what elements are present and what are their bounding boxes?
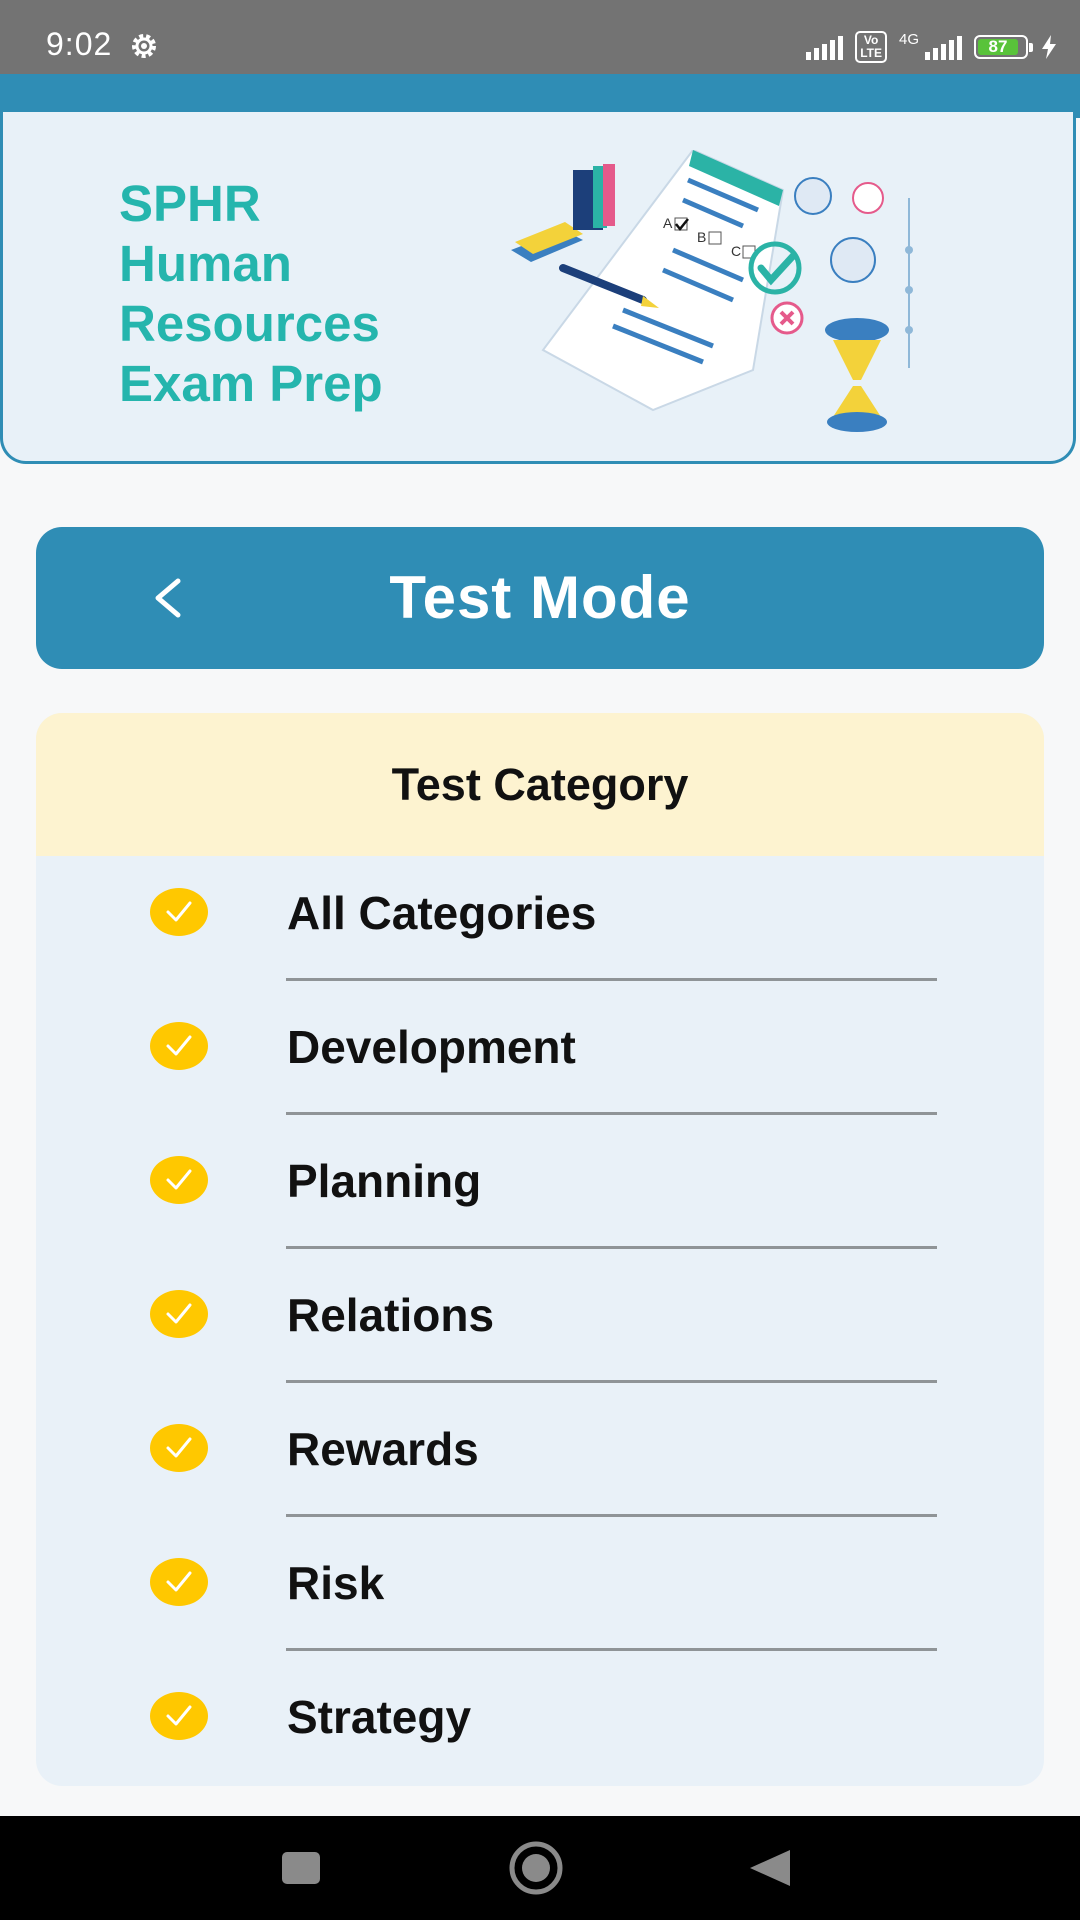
check-circle-icon[interactable] xyxy=(150,1424,208,1472)
clock-circle-icon xyxy=(852,182,884,214)
check-circle-icon[interactable] xyxy=(150,1692,208,1740)
divider xyxy=(286,1112,937,1115)
check-badge-icon xyxy=(748,241,802,295)
check-circle-icon[interactable] xyxy=(150,1022,208,1070)
check-circle-icon[interactable] xyxy=(150,888,208,936)
divider xyxy=(286,1648,937,1651)
volte-label: Vo LTE xyxy=(860,33,882,60)
back-triangle-icon[interactable] xyxy=(710,1816,830,1920)
hourglass-icon xyxy=(825,318,889,432)
system-nav-bar xyxy=(0,1816,1080,1920)
exam-illustration: A B C xyxy=(511,150,913,432)
books-icon xyxy=(511,164,615,262)
user-circle-icon xyxy=(830,237,876,283)
category-label: Risk xyxy=(287,1557,385,1609)
category-label: Development xyxy=(287,1021,576,1073)
test-category-card: Test Category All Categories Development… xyxy=(36,713,1044,1786)
exam-banner: SPHR Human Resources Exam Prep A B C xyxy=(0,112,1076,464)
category-item-planning[interactable]: Planning xyxy=(36,1124,1044,1258)
home-circle-icon[interactable] xyxy=(476,1816,596,1920)
signal-icon xyxy=(806,34,844,60)
category-item-development[interactable]: Development xyxy=(36,990,1044,1124)
answer-letter: C xyxy=(731,243,741,259)
answer-letter: A xyxy=(663,215,673,231)
check-circle-icon[interactable] xyxy=(150,1290,208,1338)
charging-bolt-icon xyxy=(1042,35,1056,59)
battery-level: 87 xyxy=(988,37,1008,56)
test-category-heading: Test Category xyxy=(36,713,1044,856)
settings-gear-icon xyxy=(132,34,156,58)
status-icons: Vo LTE 4G 87 xyxy=(806,30,1058,64)
banner-title-line: Human xyxy=(119,235,292,292)
banner-title-line: Resources xyxy=(119,295,380,352)
cross-badge-icon xyxy=(770,301,804,335)
category-list: All Categories Development Planning Rela… xyxy=(36,856,1044,1786)
status-time: 9:02 xyxy=(46,26,113,62)
category-item-risk[interactable]: Risk xyxy=(36,1526,1044,1660)
banner-title-line: Exam Prep xyxy=(119,355,383,412)
category-item-strategy[interactable]: Strategy xyxy=(36,1660,1044,1786)
test-mode-header: Test Mode xyxy=(36,527,1044,669)
category-item-relations[interactable]: Relations xyxy=(36,1258,1044,1392)
divider xyxy=(286,978,937,981)
category-item-all-categories[interactable]: All Categories xyxy=(36,856,1044,990)
divider xyxy=(286,1514,937,1517)
network-type-label: 4G xyxy=(898,30,919,48)
recents-square-icon[interactable] xyxy=(240,1816,360,1920)
battery-icon: 87 xyxy=(974,35,1033,59)
answer-letter: B xyxy=(697,229,706,245)
category-label: All Categories xyxy=(287,887,597,939)
status-bar: 9:02 Vo LTE 4G 87 xyxy=(0,0,1080,74)
banner-title: SPHR Human Resources Exam Prep xyxy=(119,174,479,414)
category-label: Strategy xyxy=(287,1691,472,1743)
divider xyxy=(286,1246,937,1249)
category-label: Relations xyxy=(287,1289,495,1341)
divider xyxy=(286,1380,937,1383)
check-circle-icon[interactable] xyxy=(150,1156,208,1204)
page-title: Test Mode xyxy=(389,564,691,631)
play-circle-icon xyxy=(794,177,832,215)
category-label: Rewards xyxy=(287,1423,479,1475)
category-label: Planning xyxy=(287,1155,482,1207)
signal-4g-icon xyxy=(925,34,962,60)
volte-icon: Vo LTE xyxy=(855,31,887,63)
check-circle-icon[interactable] xyxy=(150,1558,208,1606)
banner-title-line: SPHR xyxy=(119,175,261,232)
category-item-rewards[interactable]: Rewards xyxy=(36,1392,1044,1526)
